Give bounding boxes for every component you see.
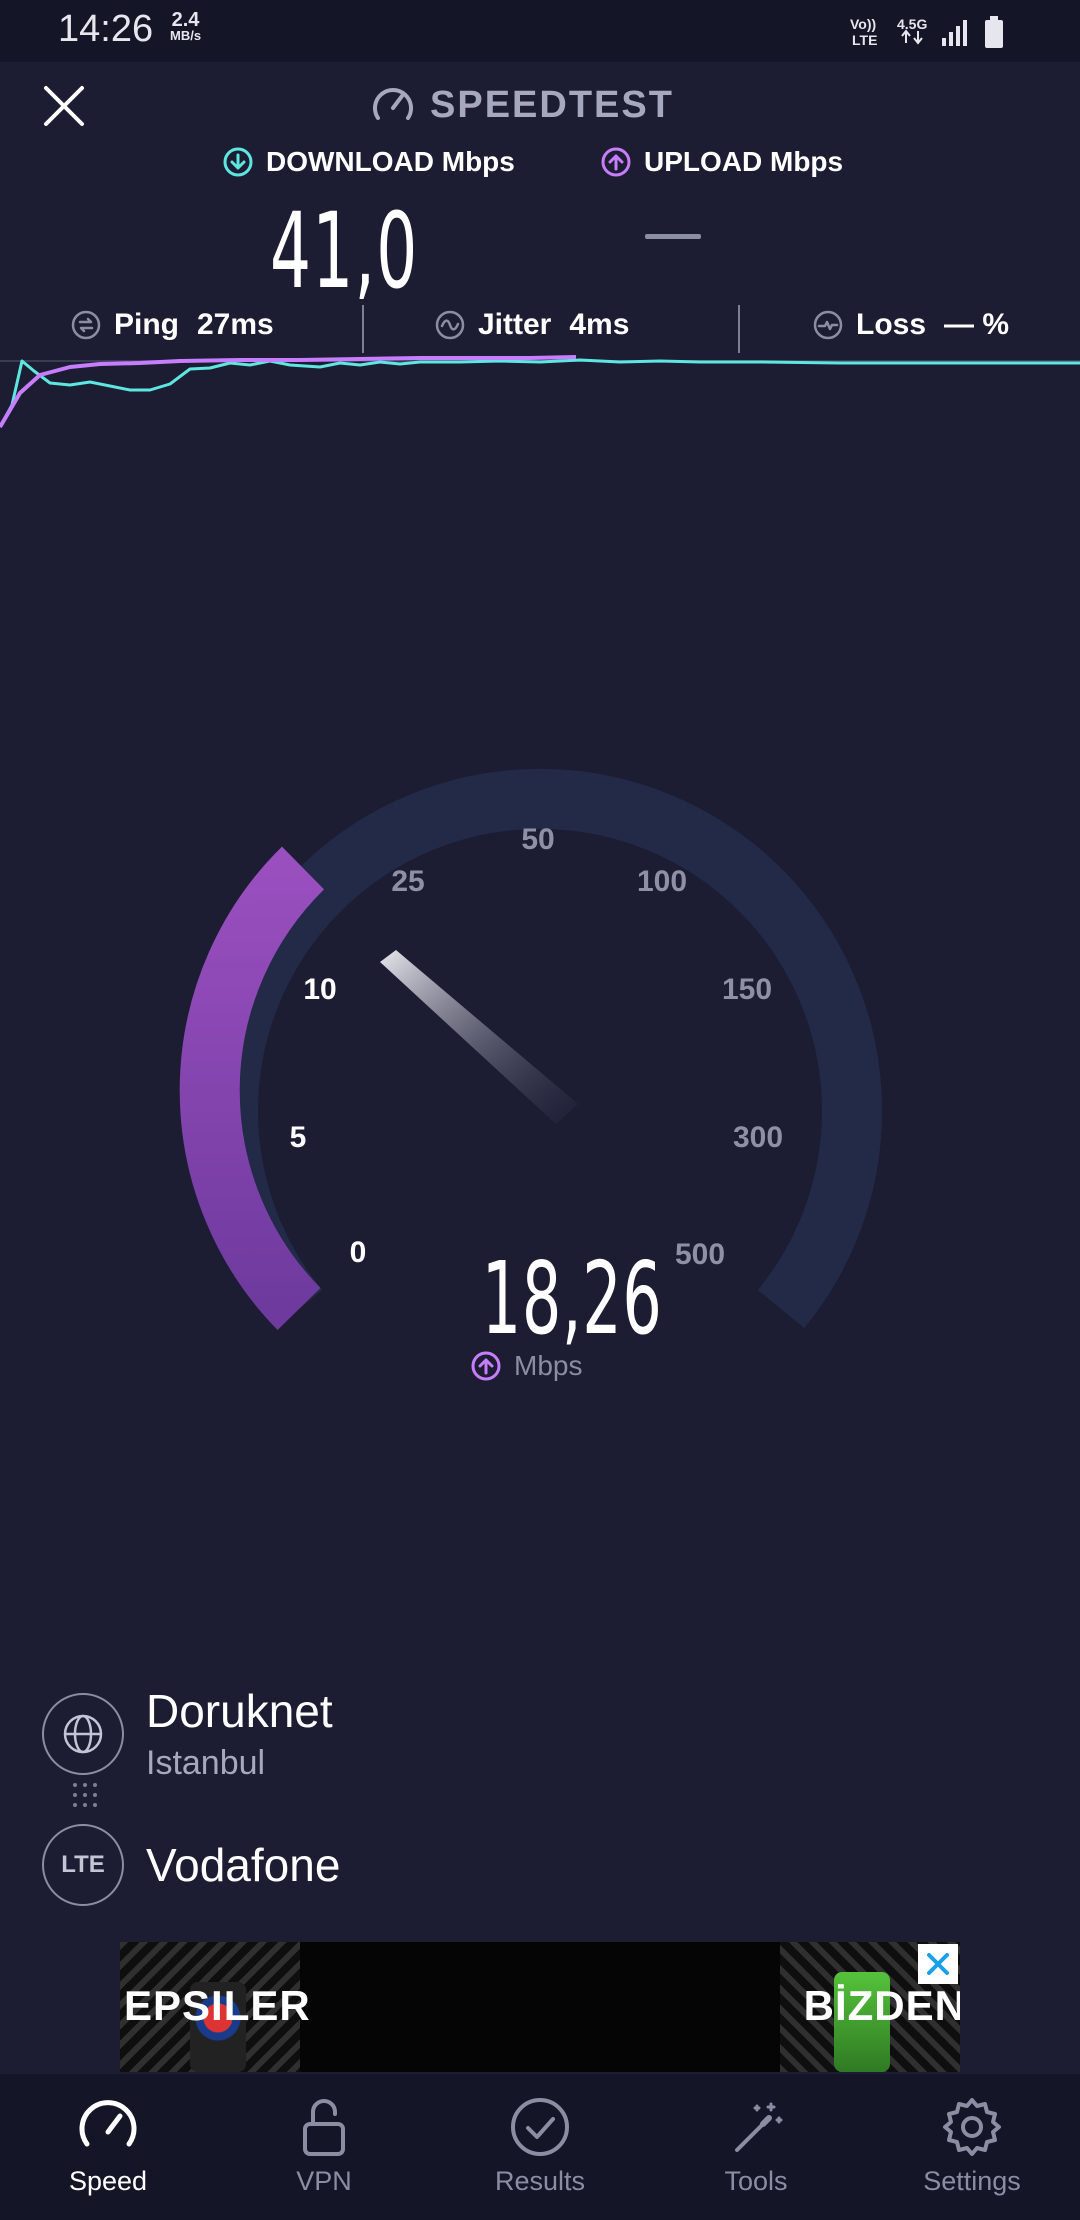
- status-bar: 14:26 2.4 MB/s Vo)) LTE 4.5G: [0, 0, 1080, 62]
- lte-badge-icon: LTE: [42, 1824, 124, 1906]
- close-icon: [44, 86, 84, 126]
- gauge-tick-label: 150: [722, 973, 772, 1006]
- close-button[interactable]: [38, 80, 90, 132]
- loss-value: — %: [944, 308, 1010, 341]
- status-network-speed: 2.4 MB/s: [170, 9, 202, 43]
- upload-graph-line: [0, 355, 577, 429]
- stat-divider: [738, 305, 740, 353]
- ad-text-left: EPSILER: [124, 1982, 311, 2029]
- loss-stat: Loss — %: [812, 308, 1009, 342]
- lock-open-icon: [303, 2099, 345, 2156]
- nav-label: Tools: [724, 2166, 788, 2196]
- gauge-tick-label: 0: [350, 1236, 367, 1269]
- page-title: SPEEDTEST: [370, 80, 674, 130]
- ping-icon: [71, 310, 101, 340]
- carrier-name: Vodafone: [146, 1839, 341, 1891]
- ad-banner[interactable]: EPSILER BİZDEN: [120, 1942, 960, 2072]
- jitter-label: Jitter: [478, 308, 552, 341]
- download-graph-line: [0, 358, 1080, 428]
- status-time: 14:26: [58, 8, 154, 50]
- nav-speed[interactable]: Speed: [0, 2074, 216, 2220]
- ping-stat: Ping 27ms: [70, 308, 274, 342]
- ping-label: Ping: [114, 308, 179, 341]
- svg-text:Vo)): Vo)): [850, 16, 876, 32]
- gauge-tick-label: 10: [303, 973, 336, 1006]
- nav-settings[interactable]: Settings: [864, 2074, 1080, 2220]
- upload-header: UPLOAD Mbps: [600, 146, 843, 178]
- upload-label: UPLOAD Mbps: [644, 146, 844, 177]
- nav-label: Results: [494, 2166, 586, 2196]
- jitter-value: 4ms: [569, 308, 630, 341]
- upload-arrow-icon: [471, 1351, 501, 1381]
- server-provider: Doruknet: [146, 1685, 333, 1737]
- nav-label: Settings: [923, 2166, 1021, 2196]
- speedometer-icon: [79, 2100, 137, 2147]
- ping-value: 27ms: [197, 308, 274, 341]
- download-header: DOWNLOAD Mbps: [222, 146, 515, 178]
- gauge-unit: Mbps: [470, 1350, 582, 1382]
- title-text: SPEEDTEST: [430, 83, 674, 126]
- connection-dots-icon: [73, 1783, 97, 1807]
- globe-icon-svg: [63, 1714, 103, 1753]
- nav-vpn[interactable]: VPN: [216, 2074, 432, 2220]
- speed-graph: [0, 355, 1080, 429]
- svg-text:LTE: LTE: [852, 32, 877, 48]
- gauge-unit-label: Mbps: [514, 1350, 583, 1381]
- packet-loss-icon: [813, 310, 843, 340]
- carrier-info[interactable]: LTE Vodafone: [42, 1824, 340, 1906]
- nav-results[interactable]: Results: [432, 2074, 648, 2220]
- gauge-tick-label: 100: [637, 865, 687, 898]
- globe-icon: [42, 1692, 124, 1775]
- upload-value-placeholder: [645, 234, 701, 239]
- stats-row: Ping 27ms Jitter 4ms Loss — %: [0, 300, 1080, 360]
- gauge-tick-label: 50: [521, 823, 554, 856]
- signal-icons: Vo)) LTE 4.5G: [850, 16, 1003, 48]
- check-circle-icon: [511, 2098, 569, 2156]
- jitter-icon: [435, 310, 465, 340]
- gauge-tick-label: 500: [675, 1238, 725, 1271]
- close-icon: [927, 1953, 949, 1975]
- download-arrow-icon: [223, 147, 253, 177]
- upload-arrow-icon: [601, 147, 631, 177]
- svg-text:4.5G: 4.5G: [897, 16, 927, 32]
- server-city: Istanbul: [146, 1744, 266, 1782]
- gauge-tick-label: 300: [733, 1121, 783, 1154]
- gauge-track: [198, 768, 882, 1329]
- speedometer-icon: [373, 88, 413, 120]
- magic-wand-icon: [735, 2102, 783, 2152]
- server-info[interactable]: Doruknet Istanbul: [42, 1684, 333, 1783]
- bottom-navigation: Speed VPN Results Tools Settings: [0, 2074, 1080, 2220]
- gauge-tick-label: 25: [391, 865, 424, 898]
- nav-label: Speed: [68, 2166, 148, 2196]
- gauge-tick-label: 5: [290, 1121, 307, 1154]
- nav-label: VPN: [296, 2166, 352, 2196]
- ad-text-right: BİZDEN: [803, 1982, 960, 2029]
- gear-icon: [943, 2098, 1001, 2156]
- download-label: DOWNLOAD Mbps: [266, 146, 515, 177]
- ad-close-button[interactable]: [918, 1944, 958, 1984]
- download-value: 41,0: [270, 190, 419, 312]
- jitter-stat: Jitter 4ms: [434, 308, 629, 342]
- nav-tools[interactable]: Tools: [648, 2074, 864, 2220]
- gauge-needle: [380, 950, 578, 1124]
- status-icons: Vo)) LTE 4.5G: [850, 14, 1030, 50]
- stat-divider: [362, 305, 364, 353]
- loss-label: Loss: [856, 308, 927, 341]
- gauge-current-value: 18,26: [481, 1240, 663, 1357]
